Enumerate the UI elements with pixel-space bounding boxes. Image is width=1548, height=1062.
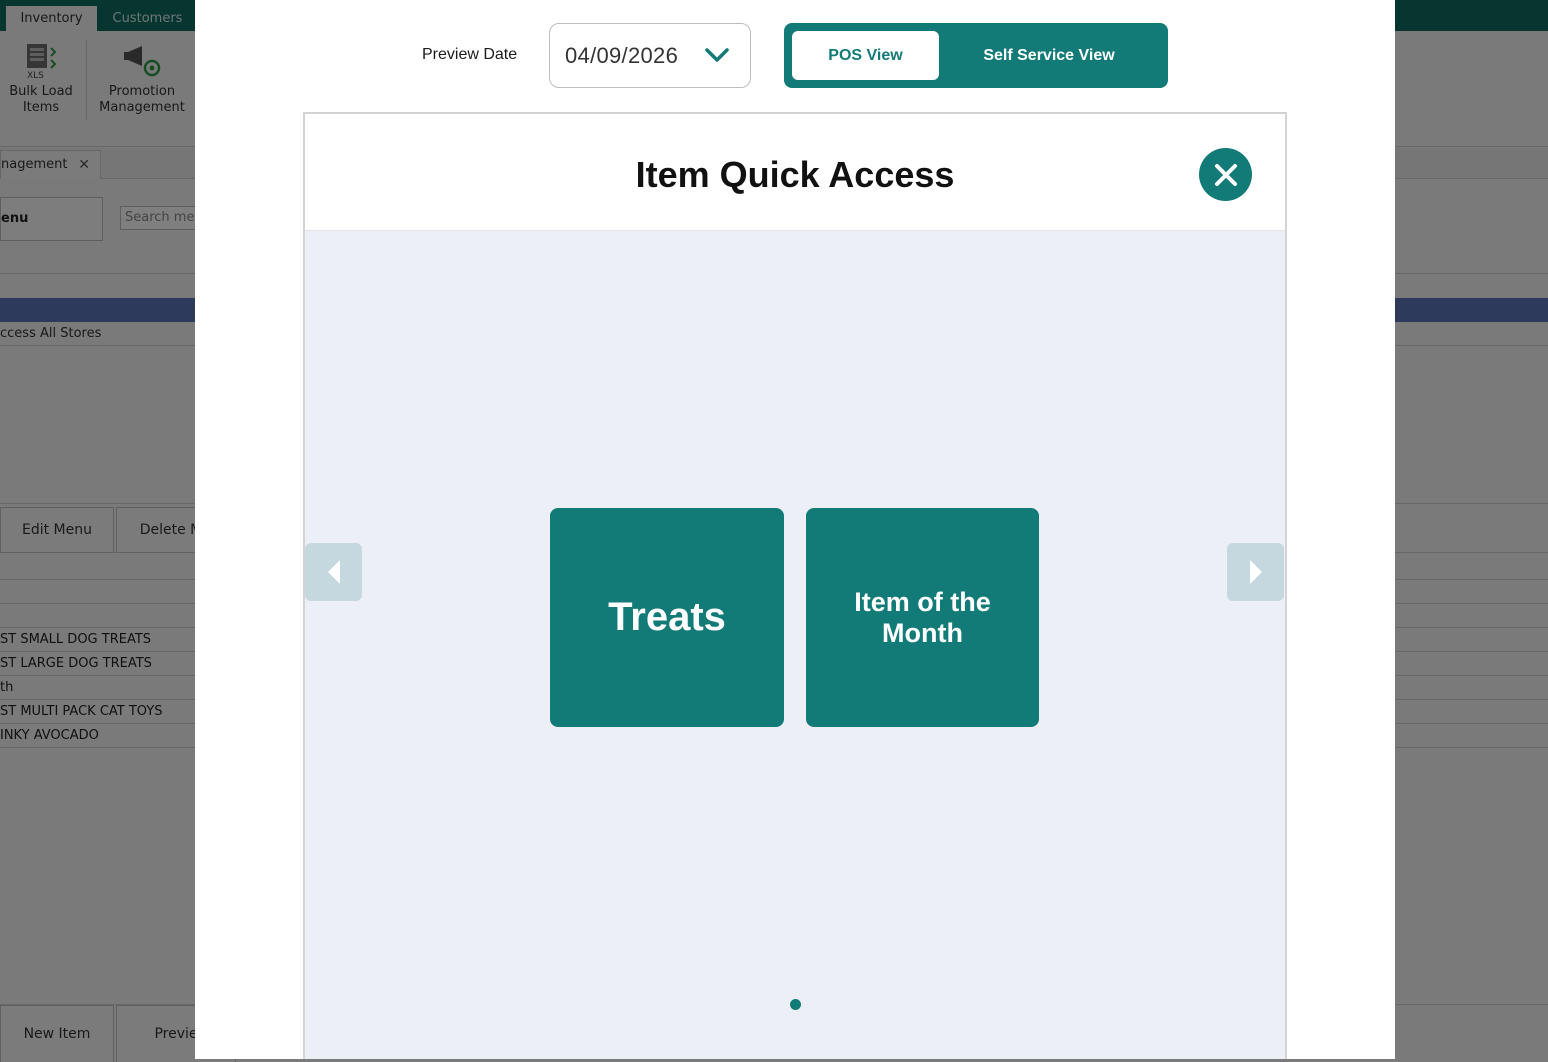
preview-date-label: Preview Date <box>422 46 518 63</box>
quick-access-frame: Item Quick Access Treats Item of the Mon… <box>303 112 1287 1059</box>
tile-label: Item of the Month <box>854 586 991 648</box>
preview-date-value: 04/09/2026 <box>565 43 679 68</box>
close-icon <box>1214 163 1237 186</box>
close-button[interactable] <box>1199 148 1252 201</box>
tile-item-of-the-month[interactable]: Item of the Month <box>806 508 1039 727</box>
previous-page-button[interactable] <box>305 543 362 601</box>
view-toggle: POS View Self Service View <box>784 23 1168 88</box>
page-title: Item Quick Access <box>635 154 955 195</box>
caret-right-icon <box>1249 560 1262 584</box>
tile-treats[interactable]: Treats <box>550 508 784 727</box>
frame-header: Item Quick Access <box>305 114 1285 231</box>
quick-access-preview-modal: Preview Date 04/09/2026 POS View Self Se… <box>195 0 1395 1059</box>
tile-label: Treats <box>608 595 726 639</box>
caret-left-icon <box>327 560 340 584</box>
next-page-button[interactable] <box>1227 543 1284 601</box>
preview-date-select[interactable]: 04/09/2026 <box>549 23 751 88</box>
self-service-view-button[interactable]: Self Service View <box>954 31 1144 80</box>
chevron-down-icon <box>704 46 730 68</box>
pos-view-button[interactable]: POS View <box>792 31 939 80</box>
page-indicator-dot[interactable] <box>790 999 801 1010</box>
